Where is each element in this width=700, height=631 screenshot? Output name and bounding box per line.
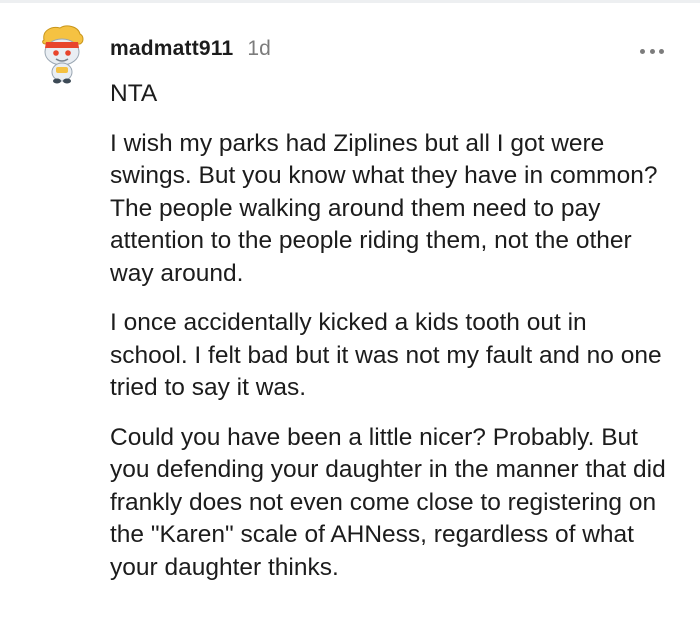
more-options-icon [649, 48, 655, 54]
more-options-icon [640, 48, 645, 54]
top-divider [0, 0, 700, 3]
more-options-button[interactable] [640, 44, 664, 58]
comment-timestamp: 1d [247, 37, 271, 60]
comment-paragraph: I once accidentally kicked a kids tooth … [110, 309, 662, 401]
user-avatar[interactable] [38, 24, 86, 84]
comment-paragraph: Could you have been a little nicer? Prob… [110, 423, 666, 581]
username-link[interactable]: madmatt911 [110, 37, 233, 61]
more-options-icon [659, 48, 664, 54]
comment-paragraph-verdict: NTA [110, 80, 158, 107]
comment-header: madmatt911 1d [110, 37, 271, 61]
comment-paragraph: I wish my parks had Ziplines but all I g… [110, 129, 658, 287]
comment-body: NTA I wish my parks had Ziplines but all… [110, 78, 670, 601]
reddit-snoo-avatar-icon [42, 25, 84, 84]
